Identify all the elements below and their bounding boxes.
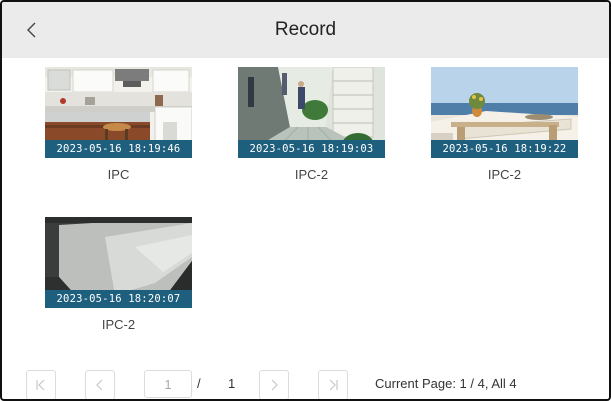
record-card[interactable]: 2023-05-16 18:19:03 IPC-2 xyxy=(238,67,388,182)
last-page-button[interactable] xyxy=(318,370,348,399)
record-timestamp: 2023-05-16 18:19:46 xyxy=(45,140,192,158)
page-summary: Current Page: 1 / 4, All 4 xyxy=(375,376,517,391)
next-page-button[interactable] xyxy=(259,370,289,399)
record-card[interactable]: 2023-05-16 18:19:46 IPC xyxy=(45,67,195,182)
record-card[interactable]: 2023-05-16 18:19:22 IPC-2 xyxy=(431,67,581,182)
page-number-input[interactable] xyxy=(144,370,192,398)
total-pages: 1 xyxy=(228,376,236,391)
page-title: Record xyxy=(274,19,337,40)
record-card[interactable]: 2023-05-16 18:20:07 IPC-2 xyxy=(45,217,195,332)
record-thumbnail[interactable]: 2023-05-16 18:20:07 xyxy=(45,217,192,308)
page-separator: / xyxy=(197,376,201,391)
first-page-button[interactable] xyxy=(26,370,56,399)
record-camera-name: IPC-2 xyxy=(294,167,329,182)
record-timestamp: 2023-05-16 18:19:22 xyxy=(431,140,578,158)
header-bar: Record xyxy=(2,2,609,58)
pagination-bar: / 1 Current Page: 1 / 4, All 4 xyxy=(26,370,586,399)
prev-page-button[interactable] xyxy=(85,370,115,399)
record-camera-name: IPC-2 xyxy=(487,167,522,182)
prev-page-icon xyxy=(96,379,103,391)
record-thumbnail[interactable]: 2023-05-16 18:19:03 xyxy=(238,67,385,158)
record-thumbnail[interactable]: 2023-05-16 18:19:46 xyxy=(45,67,192,158)
last-page-icon xyxy=(329,379,338,391)
app-window: Record 2023-05-16 18:19:46 IPC 2023-05-1… xyxy=(0,0,611,401)
record-timestamp: 2023-05-16 18:19:03 xyxy=(238,140,385,158)
next-page-icon xyxy=(271,379,278,391)
first-page-icon xyxy=(36,379,45,391)
record-thumbnail[interactable]: 2023-05-16 18:19:22 xyxy=(431,67,578,158)
record-camera-name: IPC xyxy=(107,167,130,182)
record-timestamp: 2023-05-16 18:20:07 xyxy=(45,290,192,308)
record-camera-name: IPC-2 xyxy=(101,317,136,332)
